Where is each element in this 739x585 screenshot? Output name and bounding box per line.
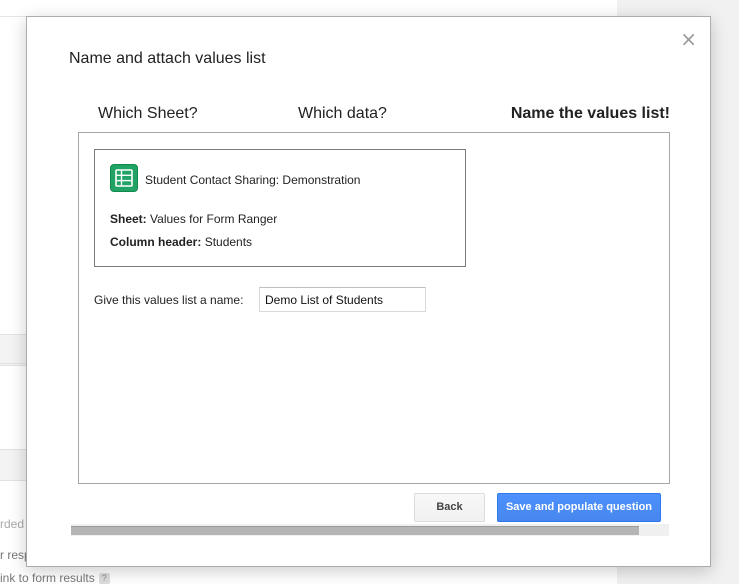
background-page-top — [0, 0, 617, 17]
column-header-value: Students — [204, 235, 253, 249]
background-text-recorded: rded — [0, 517, 25, 531]
step-content-panel: Student Contact Sharing: Demonstration S… — [78, 132, 670, 484]
spreadsheet-icon — [110, 164, 138, 192]
step-which-sheet: Which Sheet? — [98, 105, 198, 122]
back-button[interactable]: Back — [414, 493, 485, 522]
sheet-label: Sheet: — [110, 212, 147, 226]
spreadsheet-name: Student Contact Sharing: Demonstration — [145, 173, 361, 187]
background-divider — [0, 363, 26, 364]
background-section-band — [0, 449, 26, 481]
values-list-dialog: × Name and attach values list Which Shee… — [26, 16, 711, 567]
background-text-link-results: ink to form results? — [0, 571, 110, 585]
wizard-steps: Which Sheet? Which data? Name the values… — [69, 105, 670, 127]
horizontal-scrollbar[interactable] — [71, 524, 669, 536]
sheet-row: Sheet: Values for Form Ranger — [110, 212, 277, 226]
scrollbar-thumb[interactable] — [71, 526, 639, 535]
selection-summary-box: Student Contact Sharing: Demonstration S… — [94, 149, 466, 267]
column-header-label: Column header: — [110, 235, 202, 249]
column-header-row: Column header: Students — [110, 235, 252, 249]
values-list-name-label: Give this values list a name: — [94, 293, 244, 307]
step-which-data: Which data? — [298, 105, 387, 122]
values-list-name-input[interactable] — [259, 287, 426, 312]
background-section-band — [0, 334, 26, 366]
save-and-populate-button[interactable]: Save and populate question — [497, 493, 661, 522]
dialog-title: Name and attach values list — [69, 50, 266, 67]
step-name-values-list: Name the values list! — [510, 105, 670, 122]
help-icon[interactable]: ? — [98, 573, 110, 584]
close-icon[interactable]: × — [680, 29, 697, 49]
sheet-value: Values for Form Ranger — [150, 212, 278, 226]
